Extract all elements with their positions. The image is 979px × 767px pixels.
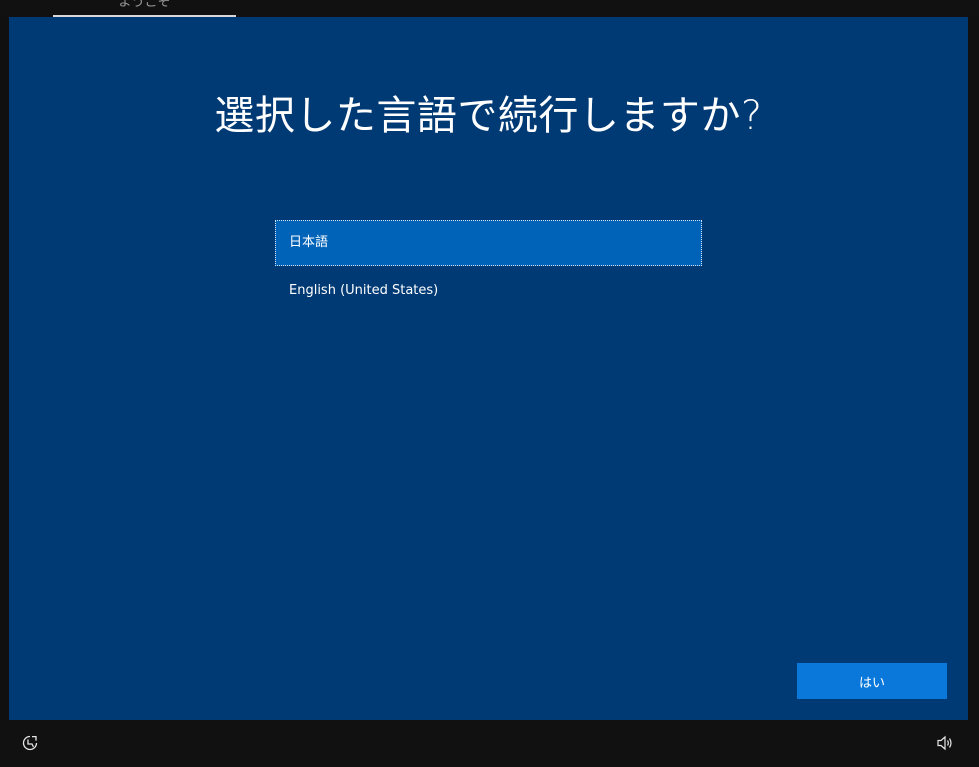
page-title: 選択した言語で続行しますか? — [214, 93, 763, 139]
volume-icon[interactable] — [936, 735, 954, 751]
setup-panel: 選択した言語で続行しますか? 日本語 English (United State… — [9, 17, 968, 720]
language-option-label: 日本語 — [289, 235, 329, 250]
language-list: 日本語 English (United States) — [275, 220, 702, 314]
language-option-japanese[interactable]: 日本語 — [275, 220, 702, 266]
yes-button[interactable]: はい — [797, 663, 947, 699]
tab-welcome-label: ようこそ — [118, 0, 171, 10]
language-option-label: English (United States) — [289, 283, 439, 298]
language-option-english-us[interactable]: English (United States) — [275, 268, 702, 314]
top-bar: ようこそ — [0, 0, 979, 17]
bottom-bar — [0, 720, 979, 767]
tab-welcome: ようこそ — [53, 0, 236, 17]
ease-of-access-icon[interactable] — [21, 734, 39, 752]
